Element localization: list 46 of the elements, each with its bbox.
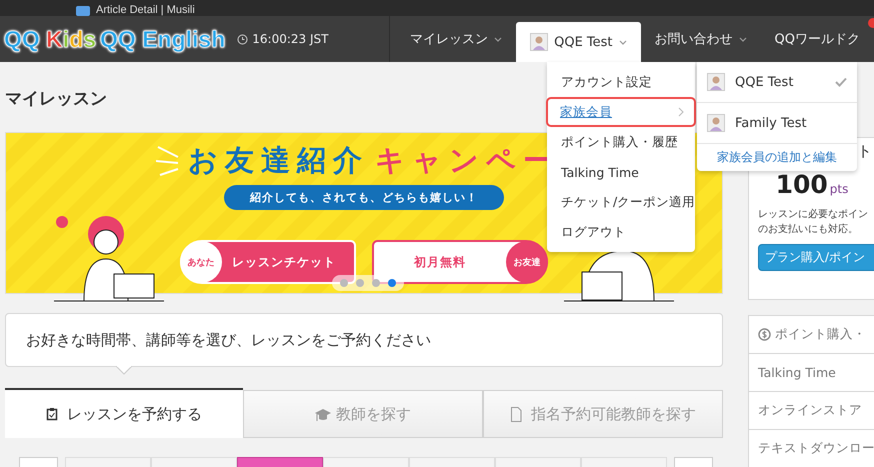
bookmark-link[interactable]: Article Detail | Musili bbox=[96, 5, 195, 16]
nav-menu-item[interactable]: QQワールドク bbox=[760, 16, 874, 62]
clock-time: 16:00:23 JST bbox=[252, 32, 328, 46]
caret-icon bbox=[618, 40, 627, 44]
caret-icon bbox=[494, 36, 502, 42]
tab[interactable]: レッスンを予約する bbox=[5, 388, 243, 438]
caret-icon bbox=[738, 36, 747, 42]
nav-menu-item[interactable]: マイレッスン bbox=[396, 16, 516, 62]
reward-text: 初月無料 bbox=[412, 254, 467, 270]
side-menu-item[interactable]: テキストダウンロー bbox=[749, 430, 874, 467]
reward-badge: お友達 bbox=[506, 241, 548, 283]
points-unit: pts bbox=[830, 182, 848, 196]
card-title: ト bbox=[857, 142, 872, 160]
clock-icon bbox=[237, 34, 248, 44]
menu-item[interactable]: アカウント設定 bbox=[547, 67, 695, 97]
carousel-dot[interactable] bbox=[340, 279, 348, 287]
family-member-item[interactable]: QQE Test bbox=[697, 62, 857, 103]
banner-tagline: 紹介しても、されても、どちらも嬉しい！ bbox=[224, 185, 504, 210]
reward-badge: あなた bbox=[180, 241, 222, 283]
coin-icon bbox=[758, 328, 771, 341]
graduation-cap-icon bbox=[315, 406, 331, 422]
menu-item[interactable]: チケット/クーポン適用 bbox=[547, 187, 695, 217]
menu-item[interactable]: 家族会員 bbox=[546, 97, 696, 127]
banner-title: お友達紹介 bbox=[188, 142, 369, 179]
carousel-dot[interactable] bbox=[356, 279, 364, 287]
instruction-text: お好きな時間帯、講師等を選び、レッスンをご予約ください bbox=[26, 330, 431, 350]
carousel-dot[interactable] bbox=[388, 279, 396, 287]
carousel-dot[interactable] bbox=[372, 279, 380, 287]
side-menu-item[interactable]: Talking Time bbox=[749, 354, 874, 392]
avatar-icon bbox=[530, 33, 548, 51]
points-value: 100 bbox=[776, 170, 828, 199]
menu-item[interactable]: ログアウト bbox=[547, 217, 695, 247]
side-menu-item[interactable]: ポイント購入・ bbox=[749, 316, 874, 354]
card-description: レッスンに必要なポイン のお支払いにも対応。 bbox=[757, 208, 869, 237]
logo-text[interactable]: QQ Kids bbox=[4, 26, 96, 52]
avatar-icon bbox=[707, 73, 725, 91]
page-title: マイレッスン bbox=[5, 88, 108, 110]
nav-menu-item[interactable]: QQE Test bbox=[516, 22, 641, 62]
logo-text[interactable]: QQ English bbox=[100, 26, 226, 52]
side-menu-item[interactable]: オンラインストア bbox=[749, 392, 874, 430]
menu-item[interactable]: Talking Time bbox=[547, 157, 695, 187]
avatar-icon bbox=[707, 114, 725, 132]
nav-menu-item[interactable]: お問い合わせ bbox=[640, 16, 761, 62]
reward-text: レッスンチケット bbox=[232, 254, 336, 270]
bookmark-icon bbox=[76, 6, 90, 16]
family-member-item[interactable]: Family Test bbox=[697, 103, 857, 144]
